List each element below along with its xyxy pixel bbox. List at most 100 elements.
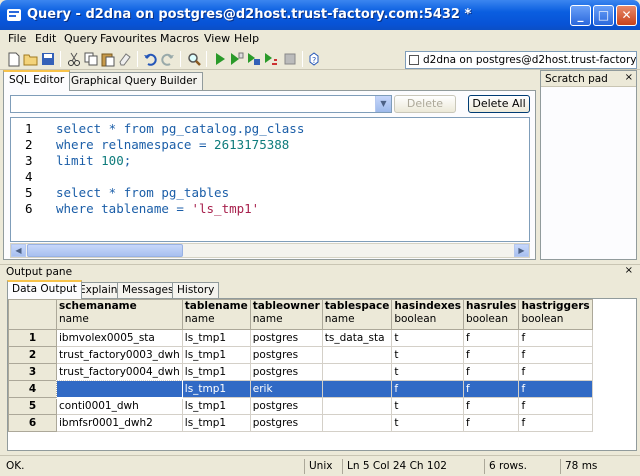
delete-all-button[interactable]: Delete All <box>468 95 530 113</box>
table-cell[interactable]: ibmfsr0001_dwh2 <box>56 414 183 432</box>
stop-icon[interactable] <box>282 51 298 67</box>
sql-code[interactable]: 1 2 3 4 5 6 select * from pg_catalog.pg_… <box>10 117 530 242</box>
table-cell[interactable]: f <box>518 380 593 398</box>
new-file-icon[interactable] <box>6 51 22 67</box>
table-cell[interactable]: ibmvolex0005_sta <box>56 329 183 347</box>
scroll-thumb[interactable] <box>27 244 183 257</box>
tab-history[interactable]: History <box>172 282 220 298</box>
table-row[interactable]: 1 ibmvolex0005_sta ls_tmp1 postgres ts_data_… <box>8 329 593 347</box>
table-cell[interactable] <box>321 346 393 364</box>
table-cell[interactable]: ls_tmp1 <box>181 397 251 415</box>
tab-data-output[interactable]: Data Output <box>7 280 82 299</box>
table-cell[interactable] <box>321 363 393 381</box>
table-cell[interactable]: f <box>462 414 520 432</box>
table-cell[interactable]: f <box>462 346 520 364</box>
query-history-select[interactable]: ▼ <box>10 95 392 113</box>
chevron-down-icon[interactable]: ▼ <box>375 96 391 112</box>
execute-to-file-icon[interactable] <box>246 51 262 67</box>
table-cell[interactable]: f <box>518 329 593 347</box>
menu-query[interactable]: Query <box>64 32 97 45</box>
table-cell[interactable]: ls_tmp1 <box>181 380 251 398</box>
execute-icon[interactable] <box>212 51 228 67</box>
table-row[interactable]: 2 trust_factory0003_dwh ls_tmp1 postgres t f f <box>8 346 593 364</box>
data-output-grid[interactable]: schemaname name tablename name tableowner n… <box>7 298 637 451</box>
table-cell[interactable]: ls_tmp1 <box>181 346 251 364</box>
row-number[interactable]: 2 <box>8 346 57 364</box>
scroll-left-icon[interactable]: ◀ <box>11 244 26 257</box>
column-header[interactable]: hasindexes boolean <box>391 299 464 330</box>
menu-macros[interactable]: Macros <box>160 32 199 45</box>
menu-favourites[interactable]: Favourites <box>100 32 157 45</box>
column-header[interactable]: tableowner name <box>249 299 323 330</box>
maximize-button[interactable]: □ <box>593 5 614 26</box>
minimize-button[interactable]: _ <box>570 5 591 26</box>
table-cell[interactable]: erik <box>249 380 323 398</box>
table-cell[interactable] <box>321 414 393 432</box>
table-row[interactable]: 3 trust_factory0004_dwh ls_tmp1 postgres t f f <box>8 363 593 381</box>
tab-messages[interactable]: Messages <box>117 282 179 298</box>
find-icon[interactable] <box>186 51 202 67</box>
clear-icon[interactable] <box>117 51 133 67</box>
table-cell[interactable]: ls_tmp1 <box>181 414 251 432</box>
help-icon[interactable]: ? <box>306 51 322 67</box>
table-row[interactable]: 4 ls_tmp1 erik f f f <box>8 379 593 399</box>
horizontal-scrollbar[interactable]: ◀ ▶ <box>10 243 530 258</box>
menu-edit[interactable]: Edit <box>35 32 56 45</box>
table-cell[interactable]: postgres <box>249 363 323 381</box>
menu-file[interactable]: File <box>8 32 26 45</box>
table-cell[interactable]: f <box>518 397 593 415</box>
open-file-icon[interactable] <box>23 51 39 67</box>
row-number[interactable]: 3 <box>8 363 57 381</box>
row-number[interactable]: 6 <box>8 414 57 432</box>
tab-graphical-query-builder[interactable]: Graphical Query Builder <box>65 72 203 90</box>
cut-icon[interactable] <box>66 51 82 67</box>
close-icon[interactable]: × <box>625 265 633 276</box>
table-cell[interactable]: postgres <box>249 329 323 347</box>
menu-view[interactable]: View <box>204 32 230 45</box>
table-cell[interactable]: postgres <box>249 346 323 364</box>
table-cell[interactable]: f <box>391 380 464 398</box>
redo-icon[interactable] <box>160 51 176 67</box>
table-cell[interactable]: t <box>391 363 464 381</box>
scroll-right-icon[interactable]: ▶ <box>514 244 529 257</box>
row-number[interactable]: 5 <box>8 397 57 415</box>
table-cell[interactable]: f <box>462 363 520 381</box>
execute-pgscript-icon[interactable] <box>229 51 245 67</box>
table-row[interactable]: 5 conti0001_dwh ls_tmp1 postgres t f f <box>8 397 593 415</box>
column-header[interactable]: hasrules boolean <box>462 299 520 330</box>
table-cell[interactable] <box>321 397 393 415</box>
close-icon[interactable]: × <box>625 72 633 83</box>
table-cell[interactable] <box>321 380 393 398</box>
connection-select[interactable]: d2dna on postgres@d2host.trust-factory.c… <box>405 51 637 69</box>
save-icon[interactable] <box>40 51 56 67</box>
table-cell[interactable]: ls_tmp1 <box>181 363 251 381</box>
table-cell[interactable]: ls_tmp1 <box>181 329 251 347</box>
table-cell[interactable]: trust_factory0003_dwh <box>56 346 183 364</box>
undo-icon[interactable] <box>142 51 158 67</box>
table-cell[interactable]: postgres <box>249 397 323 415</box>
explain-icon[interactable] <box>263 51 279 67</box>
table-cell[interactable]: trust_factory0004_dwh <box>56 363 183 381</box>
row-number[interactable]: 4 <box>8 380 57 398</box>
table-cell[interactable]: f <box>518 346 593 364</box>
table-row[interactable]: 6 ibmfsr0001_dwh2 ls_tmp1 postgres t f f <box>8 414 593 432</box>
column-header[interactable]: tablename name <box>181 299 251 330</box>
row-number[interactable]: 1 <box>8 329 57 347</box>
table-cell[interactable]: t <box>391 346 464 364</box>
table-cell[interactable]: f <box>518 414 593 432</box>
column-header[interactable]: schemaname name <box>56 299 183 330</box>
table-cell[interactable]: f <box>462 329 520 347</box>
table-cell[interactable]: t <box>391 397 464 415</box>
delete-button[interactable]: Delete <box>394 95 456 113</box>
table-cell[interactable]: ts_data_sta <box>321 329 393 347</box>
table-cell[interactable]: t <box>391 414 464 432</box>
table-cell[interactable]: f <box>462 380 520 398</box>
copy-icon[interactable] <box>83 51 99 67</box>
column-header[interactable]: hastriggers boolean <box>518 299 593 330</box>
column-header[interactable]: tablespace name <box>321 299 393 330</box>
menu-help[interactable]: Help <box>234 32 259 45</box>
table-cell[interactable]: f <box>518 363 593 381</box>
table-cell[interactable]: postgres <box>249 414 323 432</box>
table-cell[interactable]: t <box>391 329 464 347</box>
tab-sql-editor[interactable]: SQL Editor <box>3 70 71 91</box>
